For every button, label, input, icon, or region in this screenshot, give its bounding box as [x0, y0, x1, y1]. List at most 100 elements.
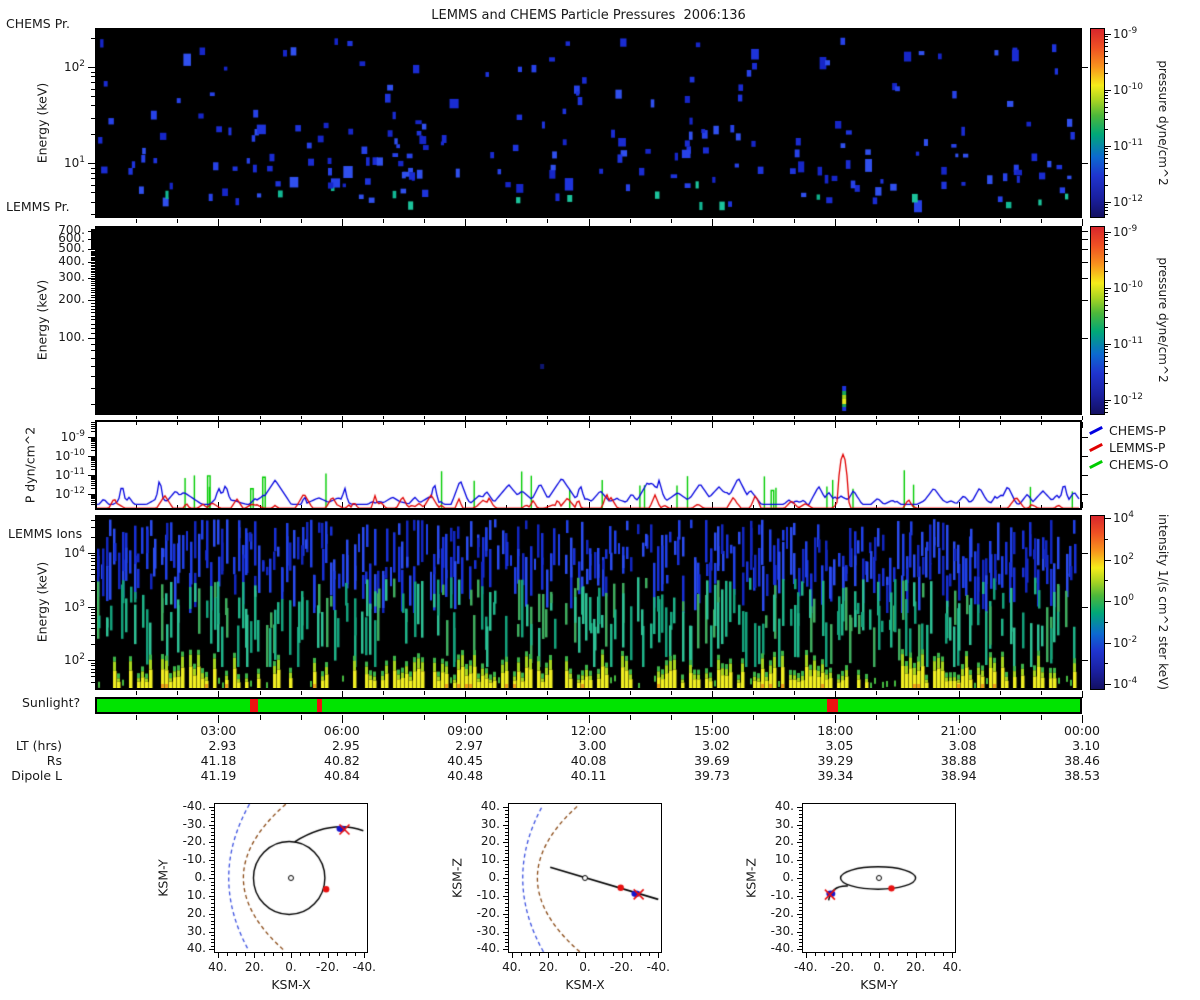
y-tick [91, 561, 95, 563]
cb-tick [1105, 293, 1108, 294]
x-tick [824, 953, 826, 956]
axis-value: 40.84 [324, 768, 360, 783]
cb-tick-label: 10-12 [1113, 391, 1143, 407]
y-tick [503, 842, 508, 844]
y-tick [91, 476, 95, 478]
y-tick-label: 0. [488, 870, 500, 884]
y-tick [91, 248, 95, 250]
y-tick [505, 817, 508, 819]
y-tick [91, 255, 95, 257]
y-tick [1082, 660, 1088, 662]
y-tick [505, 906, 508, 908]
cb-tick [1105, 296, 1108, 298]
x-tick [753, 219, 754, 223]
y-tick [799, 856, 802, 858]
x-tick [906, 953, 908, 956]
x-tick [1040, 715, 1042, 720]
y-tick [505, 820, 508, 822]
x-tick [1082, 715, 1083, 723]
x-tick [281, 953, 283, 956]
x-tick [341, 219, 343, 226]
colorbar-title-pressure-top: pressure dyne/cm^2 [1156, 60, 1170, 186]
y-tick [1082, 277, 1088, 279]
y-tick [91, 618, 95, 620]
axis-value: 39.29 [817, 753, 854, 768]
x-tick [263, 953, 265, 956]
y-tick [503, 895, 508, 897]
cb-tick [1105, 89, 1111, 91]
cb-tick [1105, 559, 1111, 561]
y-tick [91, 71, 95, 73]
y-tick [505, 942, 508, 944]
cb-tick [1105, 360, 1108, 362]
cb-tick [1105, 207, 1108, 208]
y-tick [91, 308, 95, 310]
y-tick [91, 425, 95, 427]
y-tick [91, 281, 95, 283]
x-tick [177, 219, 179, 223]
y-tick [799, 892, 802, 894]
y-tick [88, 299, 95, 301]
legend-swatch-chems-o [1089, 459, 1103, 470]
cb-tick [1105, 55, 1108, 57]
axis-value: 40.11 [570, 768, 607, 783]
x-tick [897, 953, 899, 956]
y-tick [505, 917, 508, 919]
y-tick [91, 488, 95, 490]
y-tick [211, 828, 214, 830]
x-tick [424, 715, 425, 720]
cb-tick [1105, 214, 1108, 215]
y-tick [91, 536, 95, 538]
y-tick [88, 552, 95, 554]
y-tick [505, 881, 508, 883]
y-tick [91, 247, 95, 249]
x-tick [511, 953, 513, 958]
axis-value: 41.18 [200, 753, 237, 768]
colorbar-pressure_mid [1090, 226, 1105, 415]
cb-tick [1105, 62, 1108, 64]
y-tick [505, 863, 508, 865]
orbit-xy-xlabel: KSM-X [271, 977, 311, 992]
y-tick [1082, 493, 1088, 495]
x-tick [254, 953, 256, 958]
cb-tick-label: 10-10 [1113, 81, 1143, 97]
x-tick [364, 953, 366, 958]
x-tick [424, 416, 425, 419]
y-tick-label: 0. [782, 870, 794, 884]
y-tick [91, 608, 95, 610]
y-tick [91, 269, 95, 270]
y-tick [505, 935, 508, 937]
y-tick [91, 465, 95, 467]
cb-tick [1105, 399, 1111, 401]
cb-tick-label: 10-11 [1113, 335, 1143, 351]
y-tick-label: -40. [770, 941, 794, 956]
y-tick [91, 243, 95, 245]
axis-value: 2.95 [331, 738, 360, 753]
x-tick [1082, 416, 1083, 420]
y-tick [91, 294, 95, 296]
axis-value: 2.97 [455, 738, 484, 753]
x-tick [794, 715, 796, 720]
colorbar-intensity [1090, 515, 1105, 690]
y-tick [91, 323, 95, 325]
x-tick [300, 219, 302, 223]
cb-tick [1105, 145, 1111, 147]
y-tick [1082, 230, 1088, 232]
y-tick [91, 437, 95, 439]
y-tick [503, 913, 508, 915]
y-tick [91, 676, 95, 678]
x-tick [917, 416, 919, 419]
axis-value: 18:00 [817, 723, 854, 738]
page-title: LEMMS and CHEMS Particle Pressures 2006:… [431, 8, 746, 23]
ions-panel-label: LEMMS Ions [8, 526, 83, 541]
y-tick [211, 863, 214, 865]
x-tick [594, 953, 596, 956]
y-tick [91, 499, 95, 501]
y-tick [211, 892, 214, 894]
y-tick-label: 200. [58, 291, 85, 306]
axis-value: 06:00 [323, 723, 360, 738]
x-tick [794, 691, 796, 695]
y-tick [91, 192, 95, 194]
y-tick [91, 254, 95, 255]
x-tick [649, 953, 651, 956]
